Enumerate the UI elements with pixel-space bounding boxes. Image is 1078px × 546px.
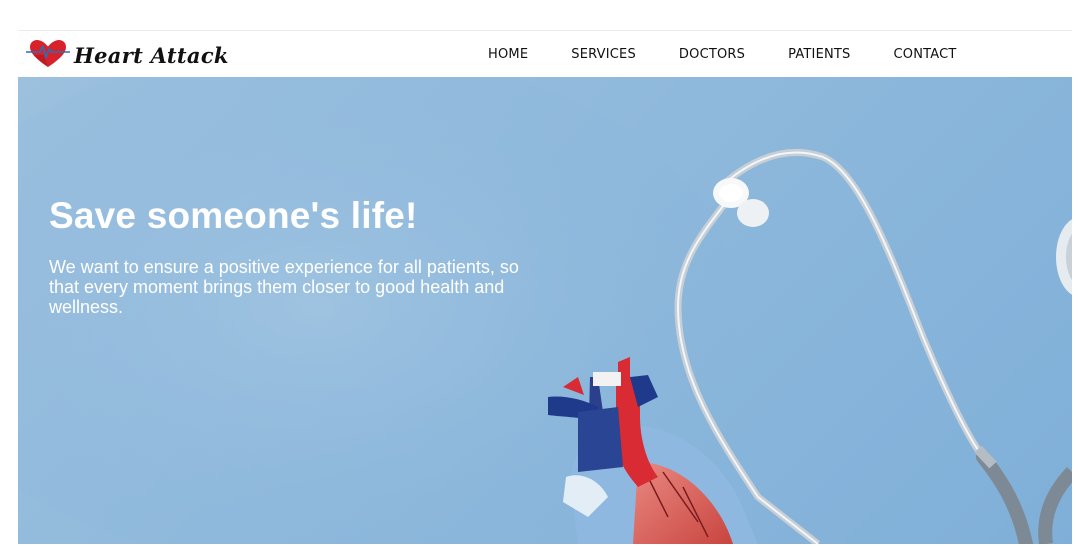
nav-home[interactable]: HOME [488, 47, 528, 62]
browser-viewport: Heart Attack HOME SERVICES DOCTORS PATIE… [18, 30, 1072, 544]
heart-pulse-icon [26, 38, 70, 72]
nav-contact[interactable]: CONTACT [894, 47, 957, 62]
nav-doctors[interactable]: DOCTORS [679, 47, 745, 62]
nav-services[interactable]: SERVICES [571, 47, 636, 62]
brand-name: Heart Attack [74, 42, 229, 68]
navbar: Heart Attack HOME SERVICES DOCTORS PATIE… [18, 31, 1072, 77]
page: Heart Attack HOME SERVICES DOCTORS PATIE… [0, 0, 1078, 546]
hero-banner: Save someone's life! We want to ensure a… [18, 77, 1072, 544]
main-nav: HOME SERVICES DOCTORS PATIENTS CONTACT [488, 31, 1000, 77]
hero-description: We want to ensure a positive experience … [49, 257, 519, 317]
nav-patients[interactable]: PATIENTS [788, 47, 850, 62]
brand-logo-link[interactable]: Heart Attack [26, 37, 229, 73]
hero-title: Save someone's life! [49, 195, 418, 236]
